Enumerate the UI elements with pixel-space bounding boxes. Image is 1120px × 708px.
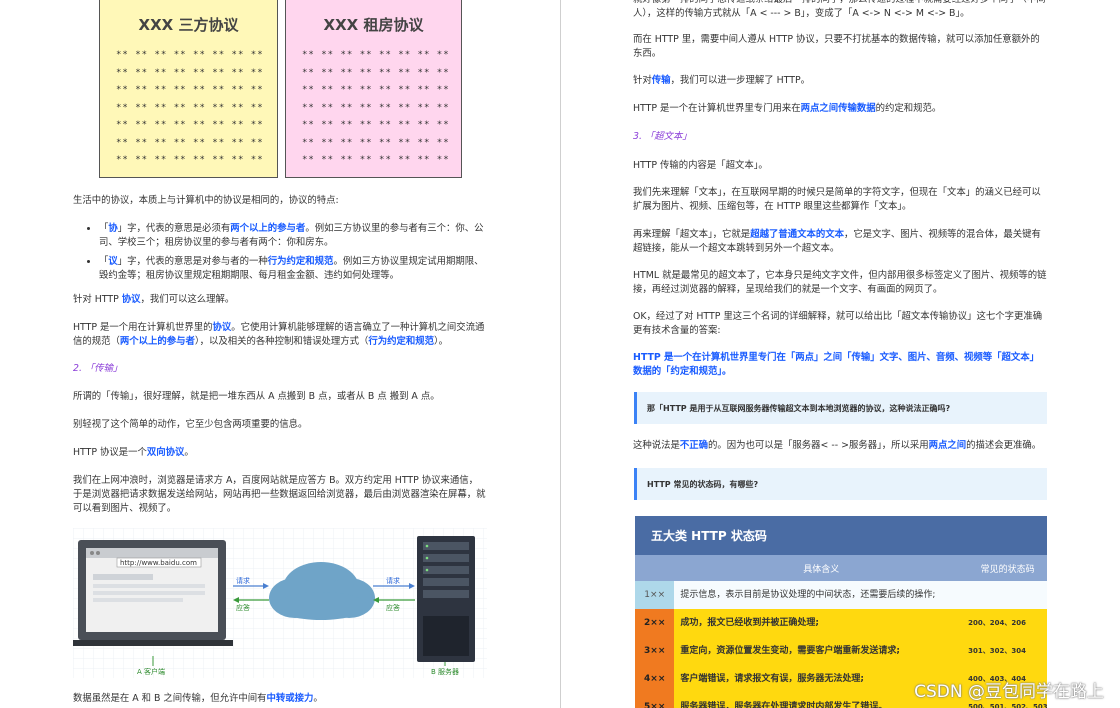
response-label-right: 应答 xyxy=(386,603,400,612)
paragraph: OK，经过了对 HTTP 里这三个名词的详细解释，就可以给出比「超文本传输协议」… xyxy=(633,311,1043,336)
list-item: 「协」字，代表的意思是必须有两个以上的参与者。例如三方协议里的参与者有三个：你、… xyxy=(99,222,487,250)
server-icon xyxy=(417,536,475,662)
rental-agreement-box: XXX 租房协议 ** ** ** ** ** ** ** ** ** ** **… xyxy=(285,0,462,178)
request-label-left: 请求 xyxy=(236,576,250,585)
callout-text: HTTP 常见的状态码，有哪些? xyxy=(647,479,759,489)
table-cell-desc: 成功，报文已经收到并被正确处理; xyxy=(674,609,963,637)
paragraph: 生活中的协议，本质上与计算机中的协议是相同的，协议的特点: xyxy=(73,195,339,206)
star-rows: ** ** ** ** ** ** ** ** ** ** ** ** ** **… xyxy=(116,50,264,165)
callout-text: 那「HTTP 是用于从互联网服务器传输超文本到本地浏览器的协议，这种说法正确吗? xyxy=(647,403,951,413)
request-label-right: 请求 xyxy=(386,576,400,585)
paragraph: 别轻视了这个简单的动作，它至少包含两项重要的信息。 xyxy=(73,419,308,430)
section-heading: 2. 「传输」 xyxy=(73,363,123,374)
http-transfer-diagram: http://www.baidu.com 请求 应答 请求 应答 A 客户端 B… xyxy=(73,528,487,678)
star-rows: ** ** ** ** ** ** ** ** ** ** ** ** ** **… xyxy=(302,50,450,165)
section-heading: 3. 「超文本」 xyxy=(633,131,692,142)
definition-paragraph: HTTP 是一个在计算机世界里专门在「两点」之间「传输」文字、图片、音频、视频等… xyxy=(633,352,1039,377)
paragraph: HTTP 是一个用在计算机世界里的协议。它使用计算机能够理解的语言确立了一种计算… xyxy=(73,322,485,347)
browser-icon xyxy=(73,540,233,646)
table-cell-examples: 200、204、206 xyxy=(962,609,1047,637)
question-callout: HTTP 常见的状态码，有哪些? xyxy=(634,468,1047,500)
paragraph: 数据虽然是在 A 和 B 之间传输，但允许中间有中转或接力。 xyxy=(73,693,323,704)
client-label: A 客户端 xyxy=(137,667,165,676)
table-cell-code: 1×× xyxy=(635,581,675,609)
table-cell-desc: 提示信息，表示目前是协议处理的中间状态，还需要后续的操作; xyxy=(674,581,963,609)
paragraph: 再来理解「超文本」，它就是超越了普通文本的文本，它是文字、图片、视频等的混合体，… xyxy=(633,229,1041,254)
paragraph: HTTP 传输的内容是「超文本」。 xyxy=(633,160,768,171)
url-label: http://www.baidu.com xyxy=(120,559,197,567)
table-cell-examples: 301、302、304 xyxy=(962,637,1047,665)
box-title: XXX 三方协议 xyxy=(138,16,239,34)
response-label-left: 应答 xyxy=(236,603,250,612)
table-header-row: 具体含义 常见的状态码 xyxy=(635,555,1047,581)
table-cell-code: 2×× xyxy=(635,609,675,637)
server-label: B 服务器 xyxy=(431,667,459,676)
table-cell-code: 5×× xyxy=(635,693,675,708)
paragraph: HTTP 是一个在计算机世界里专门用来在两点之间传输数据的约定和规范。 xyxy=(633,103,942,114)
csdn-watermark: CSDN @豆包同学在路上 xyxy=(914,682,1104,702)
left-page: XXX 三方协议 ** ** ** ** ** ** ** ** ** ** **… xyxy=(0,0,559,708)
paragraph: 我们先来理解「文本」，在互联网早期的时候只是简单的字符文字，但现在「文本」的涵义… xyxy=(633,187,1041,212)
table-cell-desc: 重定向，资源位置发生变动，需要客户端重新发送请求; xyxy=(674,637,963,665)
paragraph: 而在 HTTP 里，需要中间人遵从 HTTP 协议，只要不打扰基本的数据传输，就… xyxy=(633,34,1040,59)
table-cell-examples xyxy=(962,581,1047,609)
column-header: 具体含义 xyxy=(803,564,840,575)
table-cell-code: 4×× xyxy=(635,665,675,693)
table-cell-code: 3×× xyxy=(635,637,675,665)
list-item: 「议」字，代表的意思是对参与者的一种行为约定和规范。例如三方协议里规定试用期期限… xyxy=(99,255,487,283)
three-party-agreement-box: XXX 三方协议 ** ** ** ** ** ** ** ** ** ** **… xyxy=(99,0,278,178)
table-title: 五大类 HTTP 状态码 xyxy=(635,516,1047,555)
column-header: 常见的状态码 xyxy=(980,564,1035,575)
paragraph: 就好像第一排的同学想传递纸条给最后一排的同学，那么传递的过程中就需要经过好多个同… xyxy=(633,0,1046,19)
box-title: XXX 租房协议 xyxy=(323,16,424,34)
right-page: 就好像第一排的同学想传递纸条给最后一排的同学，那么传递的过程中就需要经过好多个同… xyxy=(561,0,1120,708)
paragraph: 这种说法是不正确的。因为也可以是「服务器< -- >服务器」，所以采用两点之间的… xyxy=(633,440,1042,451)
paragraph: 所谓的「传输」，很好理解，就是把一堆东西从 A 点搬到 B 点，或者从 B 点 … xyxy=(73,391,440,402)
bullet-list: 「协」字，代表的意思是必须有两个以上的参与者。例如三方协议里的参与者有三个：你、… xyxy=(73,222,487,283)
paragraph: 针对传输，我们可以进一步理解了 HTTP。 xyxy=(633,75,811,86)
table-row: 1×× 提示信息，表示目前是协议处理的中间状态，还需要后续的操作; xyxy=(635,581,1047,609)
table-row: 3×× 重定向，资源位置发生变动，需要客户端重新发送请求; 301、302、304 xyxy=(635,637,1047,665)
paragraph: HTML 就是最常见的超文本了，它本身只是纯文字文件，但内部用很多标签定义了图片… xyxy=(633,270,1047,295)
paragraph: 针对 HTTP 协议，我们可以这么理解。 xyxy=(73,294,235,305)
paragraph: HTTP 协议是一个双向协议。 xyxy=(73,447,194,458)
question-callout: 那「HTTP 是用于从互联网服务器传输超文本到本地浏览器的协议，这种说法正确吗? xyxy=(634,392,1047,424)
table-row: 2×× 成功，报文已经收到并被正确处理; 200、204、206 xyxy=(635,609,1047,637)
paragraph: 我们在上网冲浪时，浏览器是请求方 A，百度网站就是应答方 B。双方约定用 HTT… xyxy=(73,475,486,514)
